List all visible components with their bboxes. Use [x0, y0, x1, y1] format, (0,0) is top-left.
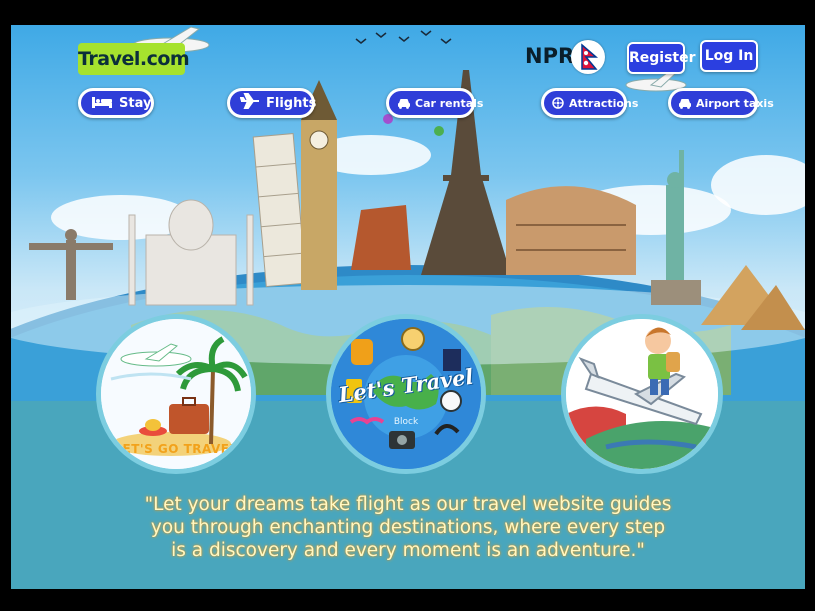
login-button[interactable]: Log In — [700, 40, 758, 72]
attractions-icon — [552, 94, 564, 113]
nav-attractions[interactable]: Attractions — [541, 88, 638, 118]
nav-car-rentals[interactable]: Car rentals — [386, 88, 483, 118]
taxi-icon — [678, 94, 692, 113]
nav-car-rentals-label: Car rentals — [415, 96, 484, 110]
nav-attractions-label: Attractions — [569, 96, 639, 110]
lets-travel-card[interactable]: Let's Travel Block — [326, 314, 486, 474]
nav-airport-taxis[interactable]: Airport taxis — [668, 88, 774, 118]
nepal-flag-icon[interactable] — [571, 40, 605, 74]
currency-selector[interactable]: NPR — [525, 44, 574, 68]
quote-line-1: "Let your dreams take flight as our trav… — [144, 494, 672, 515]
nav-flights[interactable]: Flights — [227, 88, 317, 118]
bed-icon — [91, 94, 113, 113]
site-logo[interactable]: Travel.com — [78, 43, 190, 75]
nav-stay-label: Stay — [119, 95, 152, 111]
kid-on-plane-card[interactable] — [561, 314, 723, 474]
airplane-icon — [239, 93, 260, 113]
register-button[interactable]: Register — [627, 42, 696, 74]
lets-travel-subtitle: Block — [393, 417, 419, 427]
colosseum — [506, 186, 636, 275]
car-icon — [397, 94, 411, 113]
quote-line-2: you through enchanting destinations, whe… — [150, 517, 666, 538]
quote-line-3: is a discovery and every moment is an ad… — [171, 540, 645, 561]
lets-go-travel-card[interactable]: LET'S GO TRAVEL — [96, 314, 256, 474]
taj-mahal — [128, 199, 254, 306]
tagline-quote: "Let your dreams take flight as our trav… — [11, 493, 805, 562]
statue-of-liberty — [651, 150, 701, 305]
nav-stay[interactable]: Stay — [78, 88, 154, 118]
nav-airport-taxis-label: Airport taxis — [696, 96, 774, 110]
page-frame: Travel.com NPR Register Log In Stay Flig… — [11, 25, 805, 589]
lets-go-travel-caption: LET'S GO TRAVEL — [114, 442, 238, 456]
christ-redeemer-statue — [29, 229, 113, 300]
nav-flights-label: Flights — [266, 95, 317, 111]
pisa-tower — [252, 133, 307, 288]
kid-on-airplane-illustration — [566, 319, 718, 469]
